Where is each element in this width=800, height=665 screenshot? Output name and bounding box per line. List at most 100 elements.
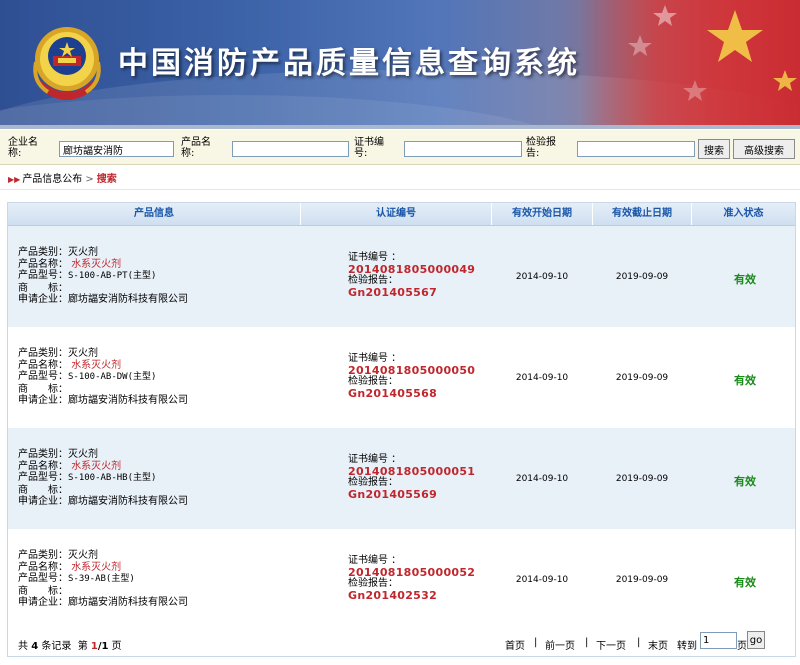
name-label: 产品名称：: [18, 460, 68, 472]
status-badge: 有效: [734, 273, 756, 286]
breadcrumb-current: 搜索: [96, 174, 117, 185]
end-date: 2019-09-09: [615, 272, 669, 282]
product-input[interactable]: [232, 141, 349, 157]
search-bar: 企业名称: 产品名称: 证书编号: 检验报告: 搜索 高级搜索: [0, 130, 800, 165]
cert-info: 证书编号 ： 2014081805000051 检验报告： Gn20140556…: [348, 454, 475, 500]
brand-label: 商 标：: [18, 282, 68, 294]
start-date: 2014-09-10: [515, 373, 569, 383]
first-page-link[interactable]: 首页: [505, 637, 525, 652]
go-button[interactable]: go: [747, 631, 765, 649]
name-label: 产品名称：: [18, 359, 68, 371]
col-status: 准入状态: [723, 208, 764, 219]
police-emblem-icon: [33, 27, 101, 100]
company-value: 廊坊諨安消防科技有限公司: [68, 496, 188, 507]
cert-number[interactable]: 2014081805000050: [348, 364, 475, 377]
report-label: 检验报告：: [348, 275, 398, 286]
model-value: S-100-AB-PT(主型): [68, 271, 157, 281]
report-number[interactable]: Gn201405569: [348, 488, 475, 501]
start-date: 2014-09-10: [515, 474, 569, 484]
cert-label: 证书编号:: [354, 137, 384, 159]
category-value: 灭火剂: [68, 348, 98, 359]
goto-page-input[interactable]: [700, 632, 737, 649]
company-label: 申请企业：: [18, 395, 68, 406]
product-name-link[interactable]: 水系灭火剂: [71, 360, 121, 371]
company-value: 廊坊諨安消防科技有限公司: [68, 395, 188, 406]
model-label: 产品型号：: [18, 270, 68, 281]
company-input[interactable]: [59, 141, 174, 157]
total-prefix: 共: [18, 641, 28, 652]
cert-info: 证书编号 ： 2014081805000050 检验报告： Gn20140556…: [348, 353, 475, 399]
product-name-link[interactable]: 水系灭火剂: [71, 461, 121, 472]
goto-suffix: 页: [737, 641, 747, 652]
report-label: 检验报告：: [348, 578, 398, 589]
report-label: 检验报告:: [526, 137, 556, 159]
cert-number[interactable]: 2014081805000052: [348, 566, 475, 579]
company-value: 廊坊諨安消防科技有限公司: [68, 294, 188, 305]
banner-divider: [0, 125, 800, 129]
breadcrumb: ▶▶ 产品信息公布 > 搜索: [8, 170, 117, 185]
cert-info: 证书编号 ： 2014081805000052 检验报告： Gn20140253…: [348, 555, 475, 601]
model-value: S-100-AB-DW(主型): [68, 372, 157, 382]
record-count: 共 4 条记录 第 1/1 页: [18, 637, 122, 652]
category-value: 灭火剂: [68, 449, 98, 460]
report-label: 检验报告：: [348, 376, 398, 387]
product-name-link[interactable]: 水系灭火剂: [71, 562, 121, 573]
total-pages: 1: [101, 641, 109, 652]
cert-number[interactable]: 2014081805000049: [348, 263, 475, 276]
status-badge: 有效: [734, 374, 756, 387]
report-input[interactable]: [577, 141, 695, 157]
model-label: 产品型号：: [18, 371, 68, 382]
report-number[interactable]: Gn201405568: [348, 387, 475, 400]
product-label: 产品名称:: [181, 137, 211, 159]
category-label: 产品类别：: [18, 247, 68, 258]
company-label: 企业名称:: [8, 137, 38, 159]
cert-number-label: 证书编号 ：: [348, 353, 402, 364]
model-label: 产品型号：: [18, 472, 68, 483]
product-info: 产品类别：灭火剂 产品名称： 水系灭火剂 产品型号：S-100-AB-HB(主型…: [18, 449, 188, 508]
category-value: 灭火剂: [68, 550, 98, 561]
model-value: S-39-AB(主型): [68, 574, 135, 584]
double-arrow-icon: ▶▶: [8, 175, 21, 184]
company-label: 申请企业：: [18, 294, 68, 305]
advanced-search-button[interactable]: 高级搜索: [733, 139, 795, 159]
cert-input[interactable]: [404, 141, 522, 157]
report-number[interactable]: Gn201402532: [348, 589, 475, 602]
report-number[interactable]: Gn201405567: [348, 286, 475, 299]
pagination: 共 4 条记录 第 1/1 页 首页 | 前一页 | 下一页 | 末页 转到 页…: [8, 631, 795, 655]
category-label: 产品类别：: [18, 449, 68, 460]
start-date: 2014-09-10: [515, 272, 569, 282]
brand-label: 商 标：: [18, 484, 68, 496]
status-badge: 有效: [734, 475, 756, 488]
start-date: 2014-09-10: [515, 575, 569, 585]
breadcrumb-separator: >: [85, 174, 94, 185]
cert-number[interactable]: 2014081805000051: [348, 465, 475, 478]
product-info: 产品类别：灭火剂 产品名称： 水系灭火剂 产品型号：S-100-AB-PT(主型…: [18, 247, 188, 306]
next-page-link[interactable]: 下一页: [596, 637, 626, 652]
end-date: 2019-09-09: [615, 575, 669, 585]
table-row: 产品类别：灭火剂 产品名称： 水系灭火剂 产品型号：S-100-AB-PT(主型…: [8, 226, 795, 327]
cert-number-label: 证书编号 ：: [348, 555, 402, 566]
end-date: 2019-09-09: [615, 474, 669, 484]
report-label: 检验报告：: [348, 477, 398, 488]
search-button[interactable]: 搜索: [698, 139, 730, 159]
total-suffix: 条记录: [41, 641, 72, 652]
table-row: 产品类别：灭火剂 产品名称： 水系灭火剂 产品型号：S-39-AB(主型) 商 …: [8, 529, 795, 630]
company-label: 申请企业：: [18, 597, 68, 608]
prev-page-link[interactable]: 前一页: [545, 637, 575, 652]
product-name-link[interactable]: 水系灭火剂: [71, 259, 121, 270]
last-page-link[interactable]: 末页: [648, 637, 668, 652]
current-page: 1: [90, 641, 98, 652]
company-value: 廊坊諨安消防科技有限公司: [68, 597, 188, 608]
breadcrumb-divider: [0, 189, 800, 190]
pager-separator: |: [534, 637, 538, 648]
col-product-info: 产品信息: [8, 203, 301, 225]
table-row: 产品类别：灭火剂 产品名称： 水系灭火剂 产品型号：S-100-AB-HB(主型…: [8, 428, 795, 529]
brand-label: 商 标：: [18, 383, 68, 395]
product-info: 产品类别：灭火剂 产品名称： 水系灭火剂 产品型号：S-100-AB-DW(主型…: [18, 348, 188, 407]
breadcrumb-parent[interactable]: 产品信息公布: [22, 174, 82, 185]
page-suffix: 页: [111, 641, 122, 652]
cert-number-label: 证书编号 ：: [348, 252, 402, 263]
pager-separator: |: [637, 637, 641, 648]
category-label: 产品类别：: [18, 348, 68, 359]
model-label: 产品型号：: [18, 573, 68, 584]
